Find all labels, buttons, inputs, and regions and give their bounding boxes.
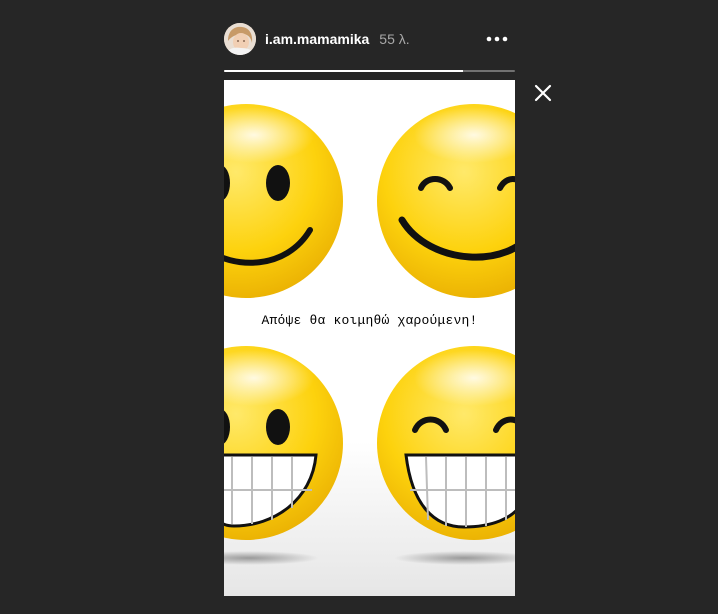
story-progress-bar [224, 70, 515, 72]
timestamp: 55 λ. [379, 31, 410, 47]
more-options-icon [486, 36, 508, 42]
close-icon [534, 84, 552, 102]
story-progress-fill [224, 70, 463, 72]
story-media[interactable]: Απόψε θα κοιμηθώ χαρούμενη! [224, 80, 515, 596]
close-button[interactable] [530, 80, 556, 106]
avatar[interactable] [224, 23, 256, 55]
story-viewer: i.am.mamamika 55 λ. Απόψε θα κοιμηθώ χαρ… [0, 0, 718, 614]
username[interactable]: i.am.mamamika [265, 31, 369, 47]
smiley-faces-image [224, 80, 515, 596]
story-header: i.am.mamamika 55 λ. [224, 22, 516, 56]
story-caption: Απόψε θα κοιμηθώ χαρούμενη! [261, 313, 478, 328]
more-options-button[interactable] [486, 30, 508, 48]
avatar-image [224, 23, 256, 55]
